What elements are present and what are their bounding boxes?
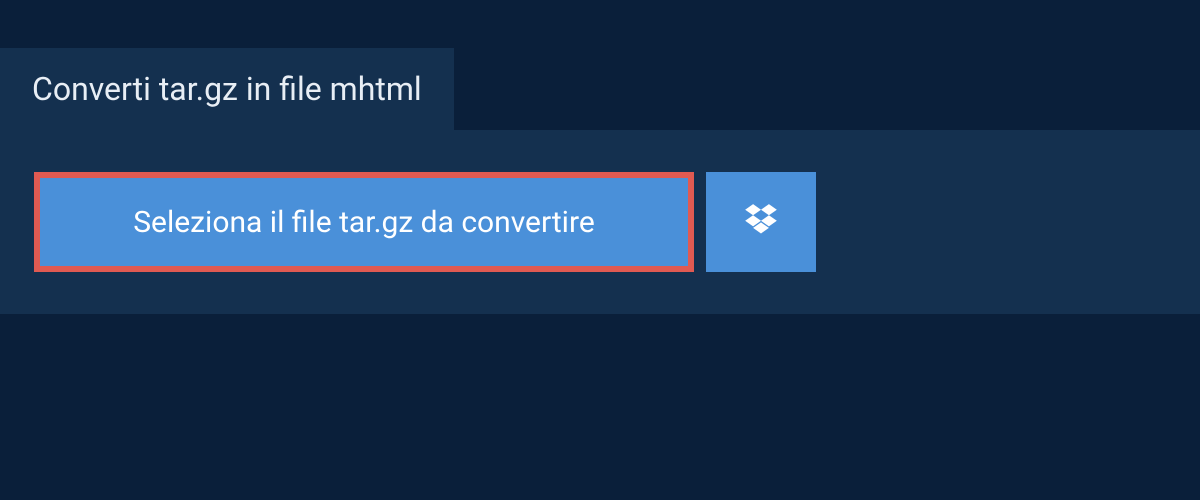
page-title-tab: Converti tar.gz in file mhtml — [0, 48, 454, 130]
dropbox-button[interactable] — [706, 172, 816, 272]
select-file-label: Seleziona il file tar.gz da convertire — [133, 205, 595, 240]
page-title: Converti tar.gz in file mhtml — [32, 70, 422, 108]
dropbox-icon — [742, 201, 780, 243]
button-row: Seleziona il file tar.gz da convertire — [34, 172, 1166, 272]
upload-section: Seleziona il file tar.gz da convertire — [0, 130, 1200, 314]
select-file-button[interactable]: Seleziona il file tar.gz da convertire — [34, 172, 694, 272]
